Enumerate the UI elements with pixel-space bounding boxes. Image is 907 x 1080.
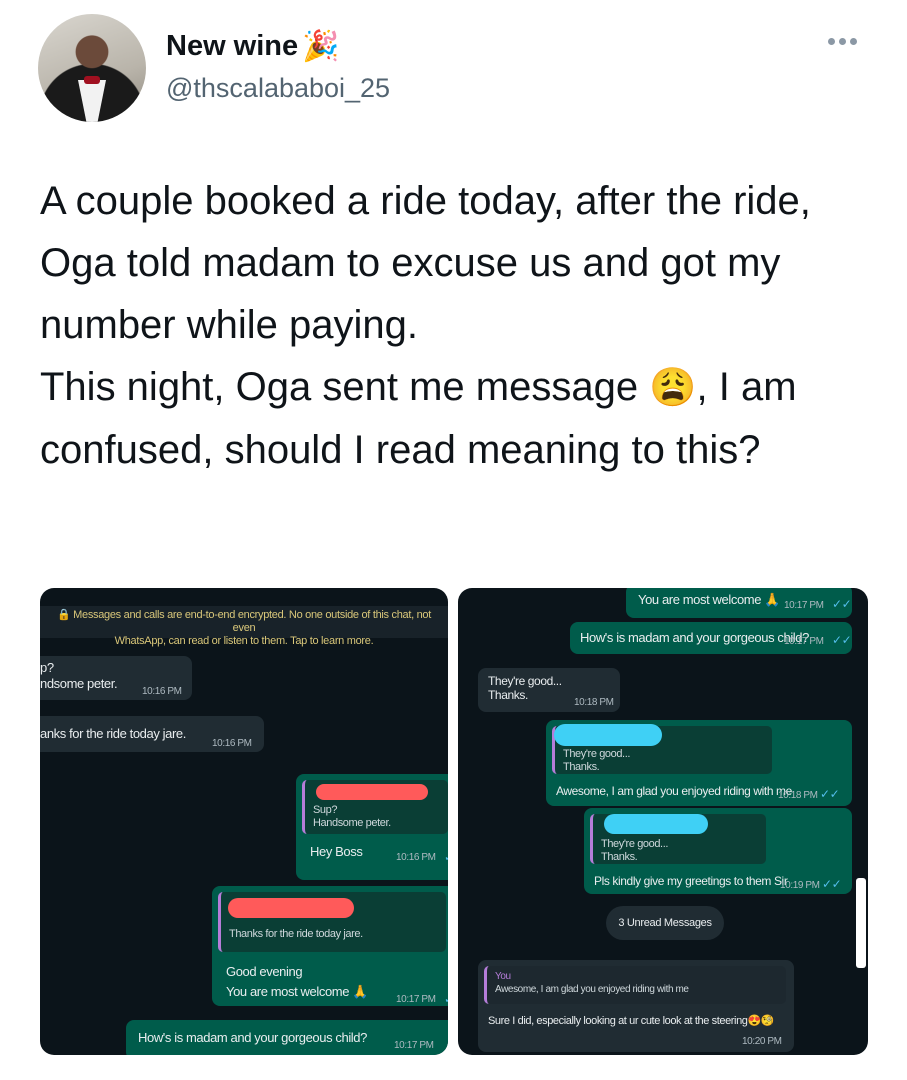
display-name-text: New wine (166, 30, 299, 62)
avatar-shirt (78, 80, 106, 122)
more-dot (839, 38, 846, 45)
message-time: 10:17 PM (394, 1040, 434, 1051)
message-line: Good evening (226, 964, 303, 979)
outgoing-message: How's is madam and your gorgeous child? … (126, 1020, 448, 1055)
quote-sender: You (495, 971, 511, 982)
quote-line: Thanks. (601, 851, 638, 863)
incoming-message: You Awesome, I am glad you enjoyed ridin… (478, 960, 794, 1052)
quote-line: Handsome peter. (313, 817, 391, 829)
redacted-contact-name (554, 724, 662, 746)
outgoing-message: Thanks for the ride today jare. Good eve… (212, 886, 448, 1006)
message-line: p? (40, 660, 54, 675)
read-receipt-icon: ✓✓ (822, 877, 842, 891)
message-text: Hey Boss (310, 844, 363, 859)
message-time: 10:17 PM (396, 994, 436, 1005)
outgoing-message: You are most welcome 🙏 10:17 PM ✓✓ (626, 588, 852, 618)
avatar-bowtie (84, 76, 100, 84)
outgoing-message: They're good... Thanks. Awesome, I am gl… (546, 720, 852, 806)
user-handle[interactable]: @thscalababoi_25 (166, 73, 390, 104)
message-line: They're good... (488, 674, 562, 688)
redacted-contact-name (228, 898, 354, 918)
message-text: You are most welcome 🙏 (638, 592, 781, 607)
encryption-notice: 🔒 Messages and calls are end-to-end encr… (40, 606, 448, 647)
message-text: Sure I did, especially looking at ur cut… (488, 1015, 775, 1027)
unread-messages-divider: 3 Unread Messages (606, 906, 724, 940)
quote-line: Thanks for the ride today jare. (229, 928, 363, 940)
message-text: How's is madam and your gorgeous child? (138, 1030, 367, 1045)
read-receipt-icon: ✓✓ (820, 787, 840, 801)
outgoing-message: They're good... Thanks. Pls kindly give … (584, 808, 852, 894)
message-text: anks for the ride today jare. (40, 726, 186, 741)
encryption-line-1: 🔒 Messages and calls are end-to-end encr… (56, 609, 431, 634)
incoming-message: p? ndsome peter. 10:16 PM (40, 656, 192, 700)
message-time: 10:18 PM (574, 697, 614, 708)
message-time: 10:18 PM (778, 790, 818, 801)
more-options-icon[interactable] (828, 38, 857, 45)
redacted-contact-name (604, 814, 708, 834)
more-dot (828, 38, 835, 45)
chat-screenshot-left[interactable]: 🔒 Messages and calls are end-to-end encr… (40, 588, 448, 1055)
tweet-text: A couple booked a ride today, after the … (40, 170, 860, 481)
quote-line: Awesome, I am glad you enjoyed riding wi… (495, 984, 689, 995)
message-text: How's is madam and your gorgeous child? (580, 630, 809, 645)
display-name[interactable]: New wine 🎉 (166, 30, 340, 63)
profile-avatar[interactable] (38, 14, 146, 122)
quote-line: They're good... (601, 838, 669, 850)
tired-face-emoji: 😩 (649, 367, 697, 409)
read-receipt-icon: ✓ (444, 850, 448, 864)
message-time: 10:17 PM (784, 636, 824, 647)
quote-line: They're good... (563, 748, 631, 760)
redacted-contact-name (316, 784, 428, 800)
quote-line: Thanks. (563, 761, 600, 773)
quote-line: Sup? (313, 804, 338, 816)
message-time: 10:16 PM (396, 852, 436, 863)
message-time: 10:16 PM (142, 686, 182, 697)
message-time: 10:16 PM (212, 738, 252, 749)
quoted-message: You Awesome, I am glad you enjoyed ridin… (484, 966, 786, 1004)
message-time: 10:17 PM (784, 600, 824, 611)
outgoing-message: Sup? Handsome peter. Hey Boss 10:16 PM ✓ (296, 774, 448, 880)
incoming-message: They're good... Thanks. 10:18 PM (478, 668, 620, 712)
read-receipt-icon: ✓✓ (832, 633, 852, 647)
message-time: 10:20 PM (742, 1036, 782, 1047)
message-time: 10:19 PM (780, 880, 820, 891)
incoming-message: anks for the ride today jare. 10:16 PM (40, 716, 264, 752)
message-text: Pls kindly give my greetings to them Sir (594, 874, 788, 888)
read-receipt-icon: ✓✓ (832, 597, 852, 611)
message-line: You are most welcome 🙏 (226, 984, 369, 999)
more-dot (850, 38, 857, 45)
message-text: Awesome, I am glad you enjoyed riding wi… (556, 784, 792, 798)
scroll-indicator[interactable] (856, 878, 866, 968)
encryption-line-2: WhatsApp, can read or listen to them. Ta… (114, 635, 374, 647)
party-popper-icon: 🎉 (302, 29, 340, 63)
read-receipt-icon: ✓ (444, 992, 448, 1006)
outgoing-message: How's is madam and your gorgeous child? … (570, 622, 852, 654)
chat-screenshot-right[interactable]: You are most welcome 🙏 10:17 PM ✓✓ How's… (458, 588, 868, 1055)
